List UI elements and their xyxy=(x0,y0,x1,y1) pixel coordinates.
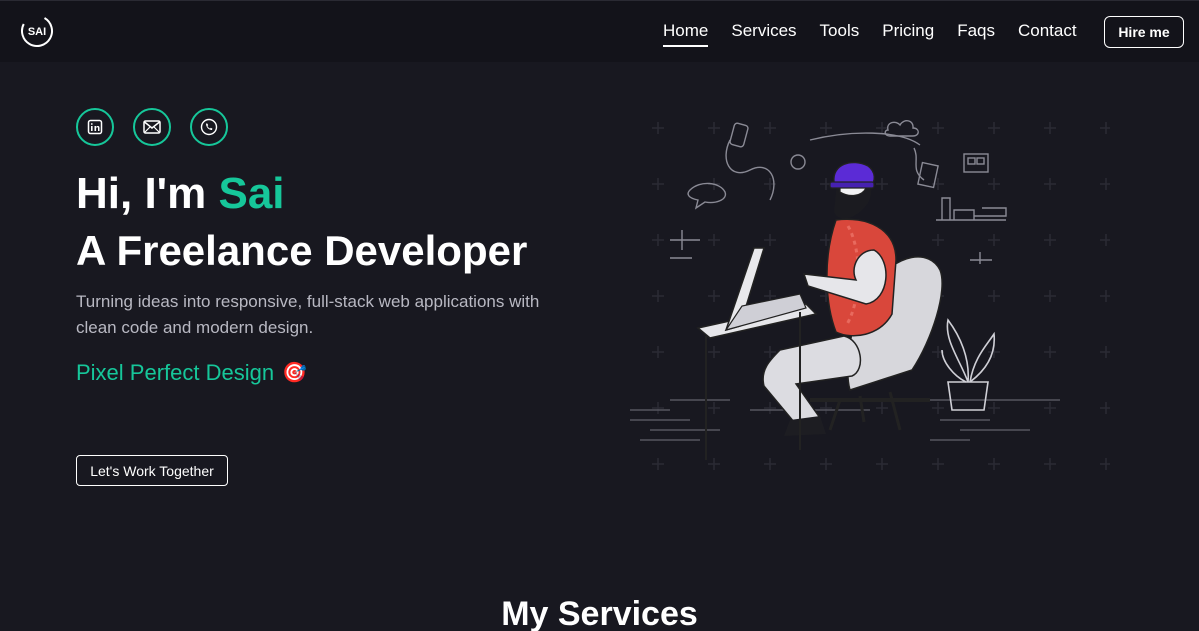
hire-me-button[interactable]: Hire me xyxy=(1104,16,1184,48)
target-emoji-icon: 🎯 xyxy=(282,362,307,384)
nav-link-pricing[interactable]: Pricing xyxy=(882,21,934,47)
logo-text: SAI xyxy=(28,26,46,38)
nav-links: Home Services Tools Pricing Faqs Contact xyxy=(663,21,1077,47)
typed-text: Pixel Perfect Design 🎯 xyxy=(76,358,307,388)
work-together-button[interactable]: Let's Work Together xyxy=(76,455,228,486)
nav-link-faqs[interactable]: Faqs xyxy=(957,21,995,47)
developer-illustration xyxy=(630,100,1110,480)
typed-label: Pixel Perfect Design xyxy=(76,360,275,385)
hero-greeting: Hi, I'm Sai xyxy=(76,168,285,220)
phone-icon xyxy=(200,118,218,136)
linkedin-icon xyxy=(87,119,103,135)
logo[interactable]: SAI xyxy=(20,14,54,48)
linkedin-button[interactable] xyxy=(76,108,114,146)
nav-link-contact[interactable]: Contact xyxy=(1018,21,1077,47)
nav-link-home[interactable]: Home xyxy=(663,21,709,47)
phone-button[interactable] xyxy=(190,108,228,146)
greeting-text: Hi, I'm xyxy=(76,169,219,218)
services-heading: My Services xyxy=(501,595,698,631)
nav-link-services[interactable]: Services xyxy=(731,21,796,47)
navbar: SAI Home Services Tools Pricing Faqs Con… xyxy=(0,0,1199,62)
mail-button[interactable] xyxy=(133,108,171,146)
nav-link-tools[interactable]: Tools xyxy=(820,21,860,47)
hero-description: Turning ideas into responsive, full-stac… xyxy=(76,292,540,337)
hero-name: Sai xyxy=(218,169,285,218)
hero-role: A Freelance Developer xyxy=(76,227,528,274)
mail-icon xyxy=(143,120,161,134)
social-links xyxy=(76,108,228,146)
